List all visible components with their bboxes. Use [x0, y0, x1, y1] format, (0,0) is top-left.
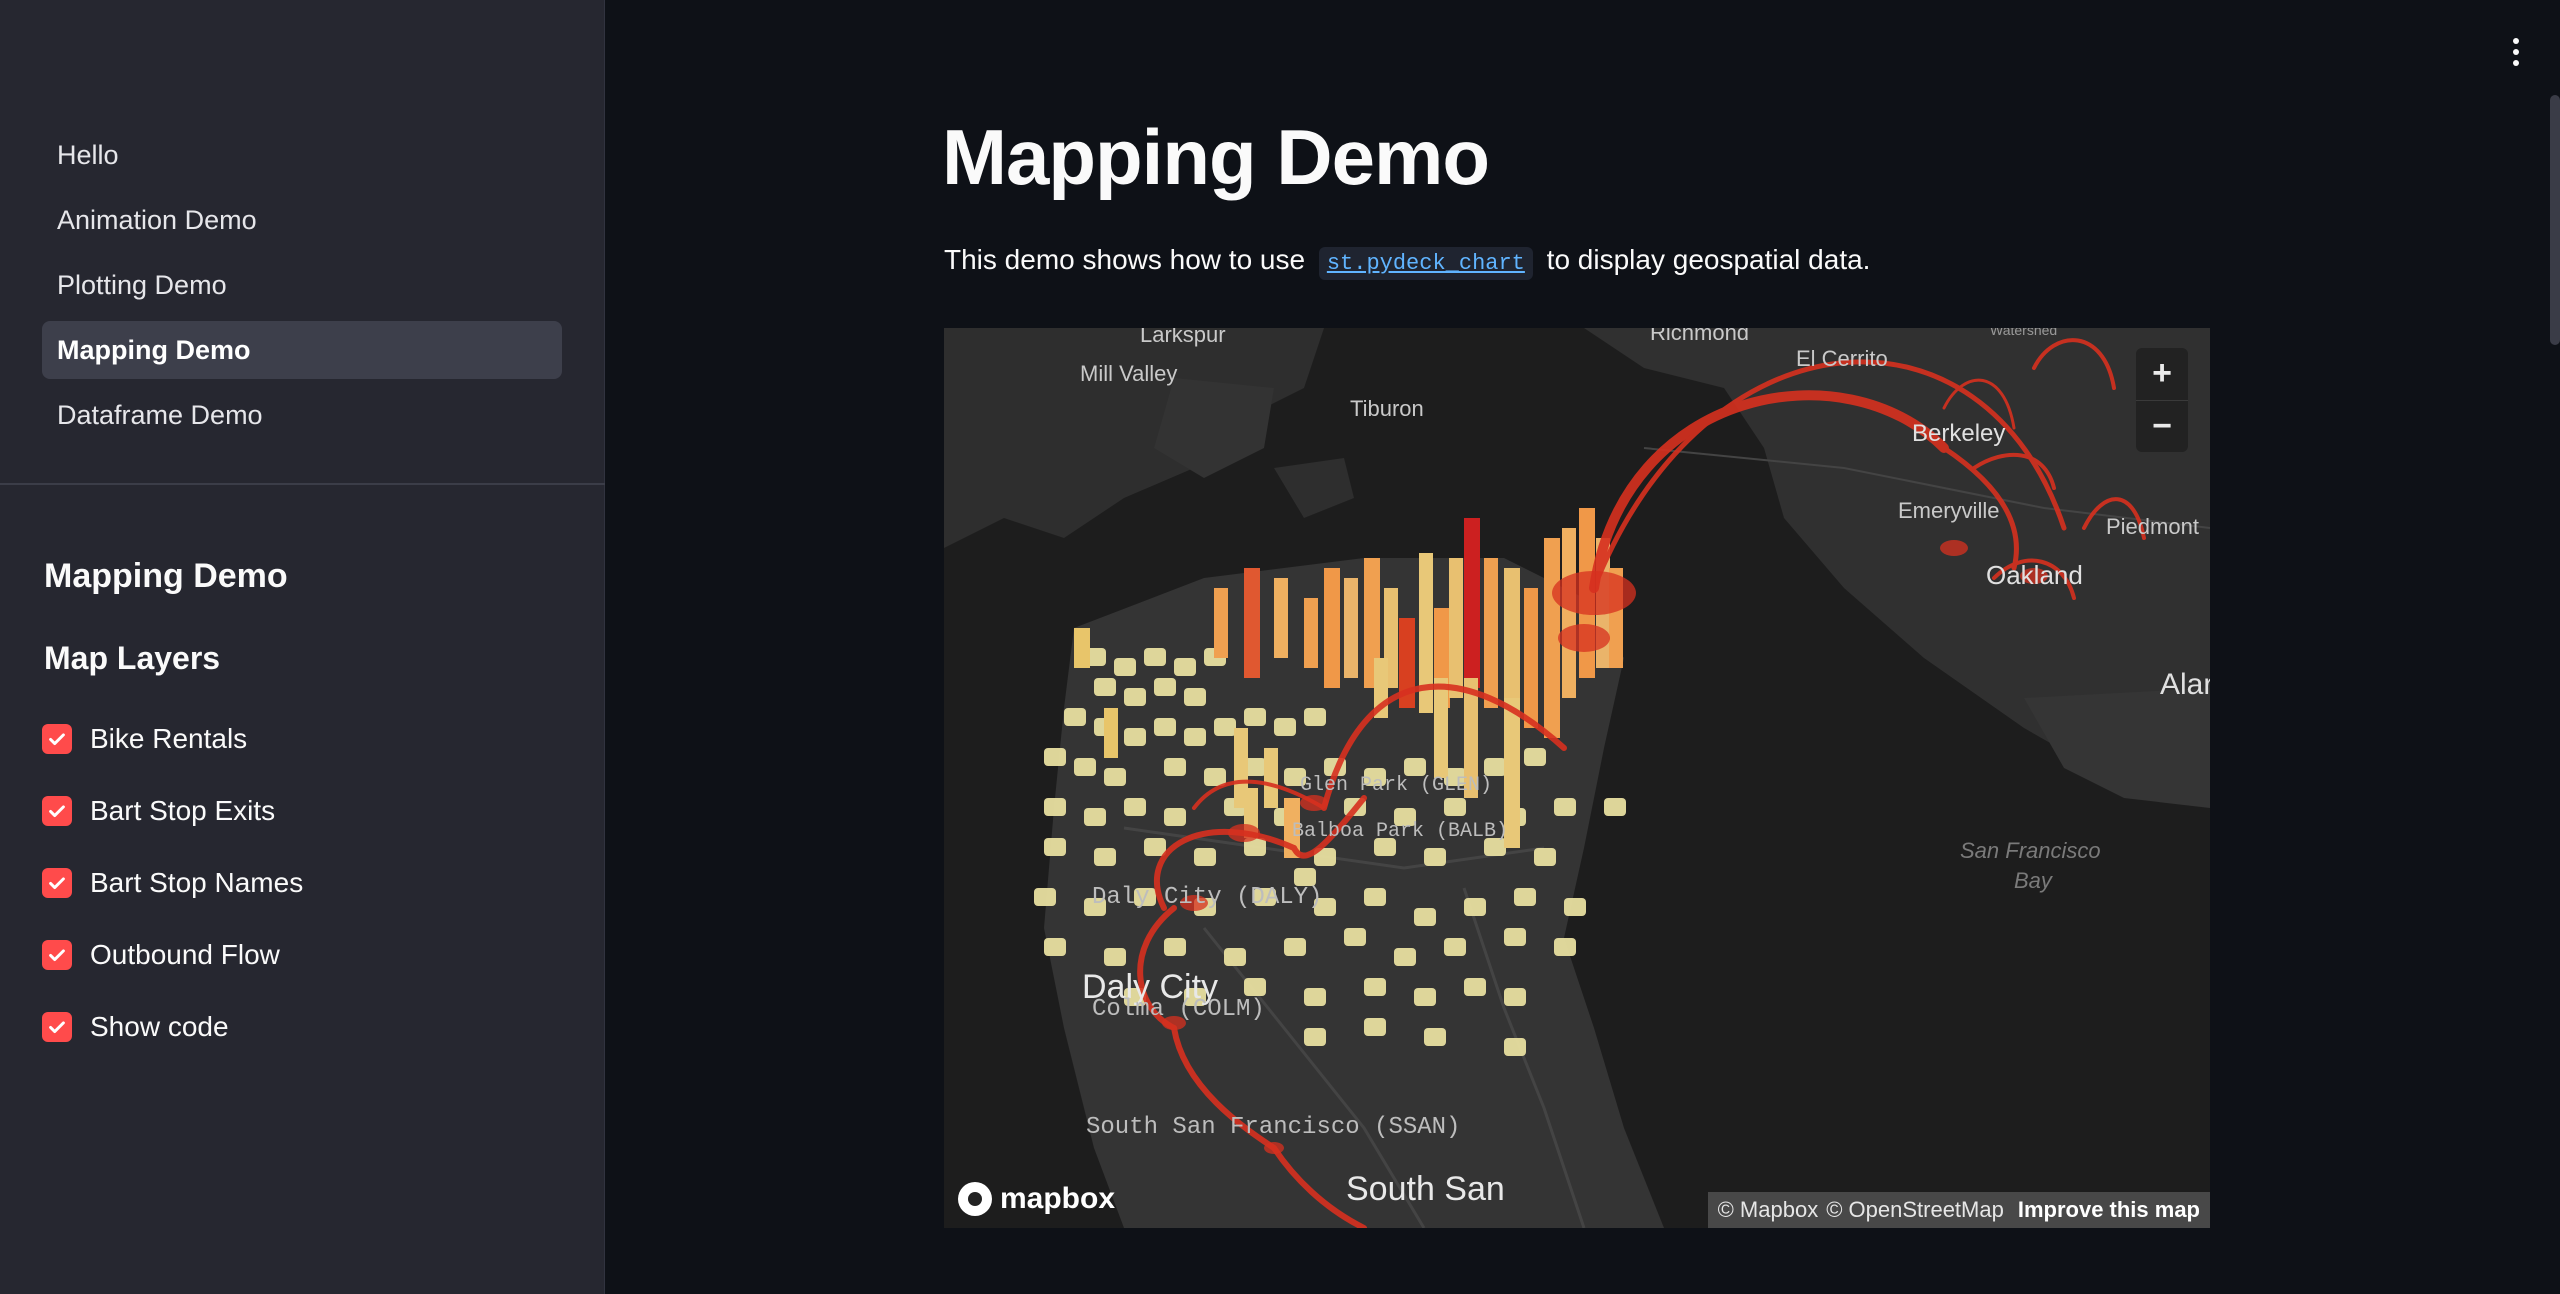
mapbox-logo[interactable]: mapbox	[958, 1182, 1115, 1216]
map-label-watershed: Watershed	[1990, 328, 2058, 338]
map-label-glen-park-bart: Glen Park (GLEN)	[1300, 774, 1493, 797]
sidebar-title: Mapping Demo	[44, 557, 288, 595]
map-label-south-san: South San	[1346, 1170, 1505, 1208]
check-icon[interactable]	[42, 868, 72, 898]
improve-map-link[interactable]: Improve this map	[2018, 1197, 2200, 1223]
map-label-berkeley: Berkeley	[1912, 420, 2006, 447]
nav-item-mapping-demo[interactable]: Mapping Demo	[42, 321, 562, 379]
layer-checkboxes: Bike Rentals Bart Stop Exits Bart Stop N…	[42, 703, 303, 1063]
nav-item-hello[interactable]: Hello	[42, 126, 562, 184]
nav-item-dataframe-demo[interactable]: Dataframe Demo	[42, 386, 562, 444]
map-label-sf-bay-1: San Francisco	[1960, 838, 2101, 863]
map-label-mill-valley: Mill Valley	[1080, 361, 1178, 386]
minus-icon[interactable]: −	[2136, 399, 2188, 453]
sidebar-divider	[0, 483, 605, 485]
checkbox-label: Bike Rentals	[90, 723, 248, 754]
sidebar: Hello Animation Demo Plotting Demo Mappi…	[0, 0, 605, 1294]
map-label-alameda: Alar	[2160, 668, 2210, 701]
map-label-tiburon: Tiburon	[1350, 396, 1424, 421]
checkbox-label: Bart Stop Names	[90, 867, 304, 898]
map-label-ssan-bart: South San Francisco (SSAN)	[1086, 1114, 1461, 1141]
nav-item-animation-demo[interactable]: Animation Demo	[42, 191, 562, 249]
checkbox-bike-rentals[interactable]: Bike Rentals	[42, 703, 303, 775]
check-icon[interactable]	[42, 940, 72, 970]
intro-after: to display geospatial data.	[1546, 244, 1871, 275]
check-icon[interactable]	[42, 724, 72, 754]
intro-code-link[interactable]: st.pydeck_chart	[1318, 247, 1533, 280]
checkbox-bart-stop-exits[interactable]: Bart Stop Exits	[42, 775, 303, 847]
checkbox-label: Bart Stop Exits	[90, 795, 276, 826]
sidebar-subtitle: Map Layers	[44, 640, 221, 676]
plus-icon[interactable]: +	[2136, 348, 2188, 400]
attribution-mapbox-link[interactable]: © Mapbox	[1718, 1197, 1819, 1223]
app-root: Hello Animation Demo Plotting Demo Mappi…	[0, 0, 2560, 1294]
map-label-daly-city-bart: Daly City (DALY)	[1092, 884, 1323, 911]
checkbox-show-code[interactable]: Show code	[42, 991, 303, 1063]
checkbox-label: Outbound Flow	[90, 939, 280, 970]
map-label-balboa-bart: Balboa Park (BALB)	[1292, 820, 1509, 843]
check-icon[interactable]	[42, 1012, 72, 1042]
checkbox-bart-stop-names[interactable]: Bart Stop Names	[42, 847, 303, 919]
intro-before: This demo shows how to use	[944, 244, 1306, 275]
checkbox-outbound-flow[interactable]: Outbound Flow	[42, 919, 303, 991]
nav-item-plotting-demo[interactable]: Plotting Demo	[42, 256, 562, 314]
mapbox-logo-text: mapbox	[1000, 1182, 1116, 1215]
kebab-menu-icon[interactable]	[2504, 32, 2528, 72]
sidebar-nav: Hello Animation Demo Plotting Demo Mappi…	[42, 126, 562, 451]
map-attribution: © Mapbox © OpenStreetMap Improve this ma…	[1707, 1192, 2210, 1228]
attribution-osm-link[interactable]: © OpenStreetMap	[1826, 1197, 2004, 1223]
map-label-richmond: Richmond	[1650, 328, 1750, 345]
map-label-colma-bart: Colma (COLM)	[1092, 996, 1265, 1023]
map-label-piedmont: Piedmont	[2106, 514, 2199, 539]
page-title: Mapping Demo	[942, 113, 1490, 201]
header-bar	[605, 0, 2560, 95]
map-label-larkspur: Larkspur	[1140, 328, 1226, 347]
zoom-control: + −	[2136, 348, 2188, 452]
map-label-emeryville: Emeryville	[1898, 498, 2000, 523]
map-canvas[interactable]	[944, 328, 2210, 1228]
scrollbar[interactable]	[2550, 95, 2560, 345]
checkbox-label: Show code	[90, 1011, 229, 1042]
check-icon[interactable]	[42, 796, 72, 826]
map-label-el-cerrito: El Cerrito	[1796, 346, 1888, 371]
mapbox-logo-icon	[958, 1182, 992, 1216]
intro-text: This demo shows how to use st.pydeck_cha…	[944, 244, 1871, 280]
map-label-oakland: Oakland	[1986, 560, 2083, 590]
map-label-sf-bay-2: Bay	[2014, 868, 2052, 893]
map-chart[interactable]: Larkspur Mill Valley Tiburon Richmond El…	[944, 328, 2210, 1228]
